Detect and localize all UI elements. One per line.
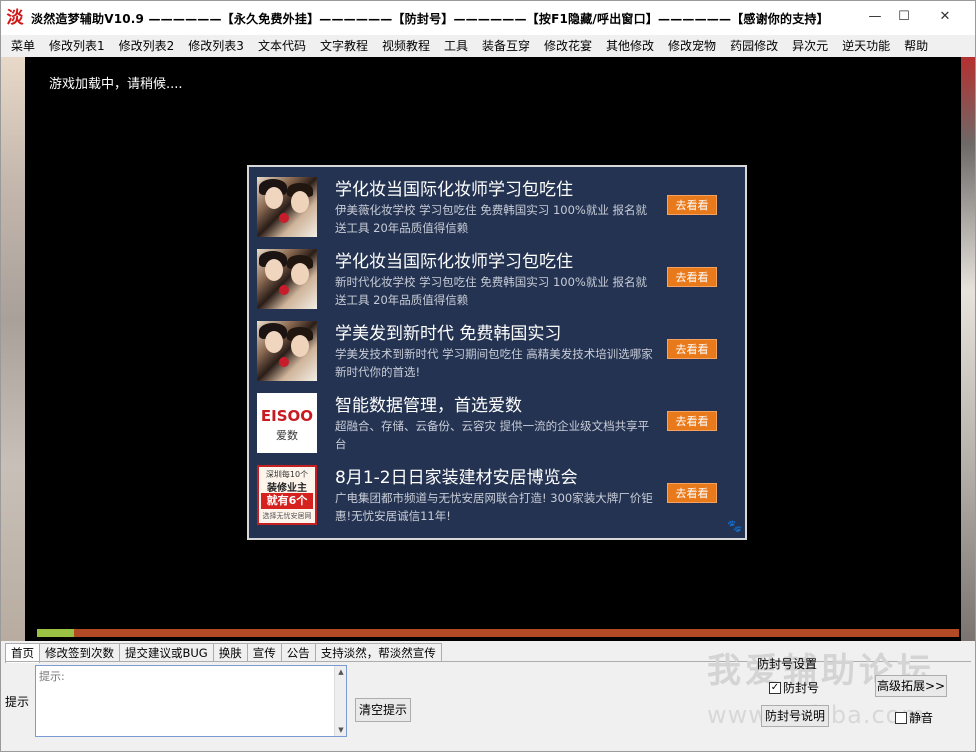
photo-shape [279, 213, 289, 223]
ad-thumbnail[interactable]: EISOO 爱数 [257, 393, 317, 453]
anti-ban-checkbox-label: 防封号 [783, 681, 820, 695]
tab-2[interactable]: 提交建议或BUG [119, 643, 214, 662]
ad-description: 超融合、存储、云备份、云容灾 提供一流的企业级文档共享平台 [335, 419, 650, 451]
menu-item[interactable]: 修改列表2 [112, 35, 182, 57]
control-panel: 首页 修改签到次数 提交建议或BUG 换肤 宣传 公告 支持淡然，帮淡然宣传 提示 提示: … [1, 641, 975, 751]
checkbox-box[interactable] [895, 711, 907, 724]
photo-shape [291, 263, 309, 285]
ad-view-button[interactable]: 去看看 [667, 339, 717, 359]
anti-ban-group-label: 防封号设置 [757, 657, 818, 671]
hint-scrollbar[interactable]: ▲ ▼ [334, 666, 346, 736]
photo-shape [291, 335, 309, 357]
menu-item[interactable]: 修改列表1 [42, 35, 112, 57]
menu-item[interactable]: 逆天功能 [835, 35, 897, 57]
advanced-expand-button[interactable]: 高级拓展>> [875, 675, 947, 697]
scroll-up-icon[interactable]: ▲ [335, 666, 347, 678]
menu-item[interactable]: 帮助 [897, 35, 935, 57]
ad-logo-text: EISOO [260, 407, 314, 425]
loading-text: 游戏加载中，请稍候.... [49, 77, 183, 92]
app-window: 淡 淡然造梦辅助V10.9 ——————【永久免费外挂】——————【防封号】—… [0, 0, 976, 752]
menu-item[interactable]: 异次元 [785, 35, 835, 57]
photo-shape [279, 285, 289, 295]
ad-logo-subtext: 爱数 [276, 429, 298, 442]
ad-title[interactable]: 学美发到新时代 免费韩国实习 [335, 319, 561, 344]
tab-0[interactable]: 首页 [5, 643, 40, 663]
scroll-down-icon[interactable]: ▼ [335, 724, 347, 736]
menu-item[interactable]: 工具 [437, 35, 475, 57]
clear-hint-button[interactable]: 清空提示 [355, 698, 411, 722]
ad-thumbnail[interactable]: 深圳每10个 装修业主 就有6个 选择无忧安居网 [257, 465, 317, 525]
photo-shape [265, 331, 283, 353]
ad-poster-text: 选择无忧安居网 [262, 512, 312, 520]
ad-description: 广电集团都市频道与无忧安居网联合打造! 300家装大牌厂价钜惠!无忧安居诚信11… [335, 491, 653, 523]
loading-progress-bar [37, 629, 959, 637]
app-logo-icon: 淡 [6, 8, 24, 28]
window-title: 淡然造梦辅助V10.9 ——————【永久免费外挂】——————【防封号】———… [31, 11, 829, 26]
ad-description: 新时代化妆学校 学习包吃住 免费韩国实习 100%就业 报名就送工具 20年品质… [335, 275, 647, 307]
background-image-left [1, 57, 25, 641]
ad-poster-text: 就有6个 [261, 493, 313, 509]
photo-shape [291, 191, 309, 213]
ad-title[interactable]: 学化妆当国际化妆师学习包吃住 [335, 175, 573, 200]
tab-6[interactable]: 支持淡然，帮淡然宣传 [314, 643, 442, 662]
menu-item[interactable]: 其他修改 [599, 35, 661, 57]
ad-thumbnail[interactable] [257, 177, 317, 237]
ad-thumbnail[interactable] [257, 321, 317, 381]
anti-ban-help-button[interactable]: 防封号说明 [761, 705, 829, 727]
tab-bar: 首页 修改签到次数 提交建议或BUG 换肤 宣传 公告 支持淡然，帮淡然宣传 [5, 643, 442, 663]
menu-bar: 菜单 修改列表1 修改列表2 修改列表3 文本代码 文字教程 视频教程 工具 装备互穿 修改花宴其… [1, 35, 975, 57]
menu-item[interactable]: 修改宠物 [661, 35, 723, 57]
tab-5[interactable]: 公告 [280, 643, 316, 662]
ad-title[interactable]: 学化妆当国际化妆师学习包吃住 [335, 247, 573, 272]
ad-title[interactable]: 8月1-2日日家装建材安居博览会 [335, 463, 578, 488]
close-button[interactable]: ✕ [920, 1, 970, 31]
photo-shape [265, 187, 283, 209]
ad-view-button[interactable]: 去看看 [667, 195, 717, 215]
loading-progress-fill [37, 629, 74, 637]
menu-item[interactable]: 文本代码 [251, 35, 313, 57]
checkbox-box[interactable]: ✓ [769, 681, 781, 694]
ad-item[interactable]: 学化妆当国际化妆师学习包吃住伊美薇化妆学校 学习包吃住 免费韩国实习 100%就… [257, 175, 737, 237]
ad-view-button[interactable]: 去看看 [667, 411, 717, 431]
background-image-right [961, 57, 975, 641]
menu-item[interactable]: 药园修改 [723, 35, 785, 57]
ad-panel: 🐾 学化妆当国际化妆师学习包吃住 伊美薇化妆学校 学习包吃住 免费韩国实习 100… [247, 165, 747, 540]
anti-ban-checkbox[interactable]: ✓ 防封号 [769, 679, 819, 696]
hint-textarea[interactable]: 提示: ▲ ▼ [35, 665, 347, 737]
mute-checkbox[interactable]: 静音 [895, 709, 933, 726]
menu-item[interactable]: 文字教程 [313, 35, 375, 57]
ad-title[interactable]: 智能数据管理，首选爱数 [335, 391, 522, 416]
ad-item[interactable]: EISOO 爱数 智能数据管理，首选爱数超融合、存储、云备份、云容灾 提供一流的企业… [257, 391, 737, 453]
ad-description: 伊美薇化妆学校 学习包吃住 免费韩国实习 100%就业 报名就送工具 20年品质… [335, 203, 647, 235]
ad-poster-text: 装修业主 [267, 483, 307, 494]
ad-item[interactable]: 学美发到新时代 免费韩国实习学美发技术到新时代 学习期间包吃住 高精美发技术培训… [257, 319, 737, 381]
ad-item[interactable]: 深圳每10个 装修业主 就有6个 选择无忧安居网 8月1-2日日家装建材安居博览会 广电集… [257, 463, 737, 525]
menu-item[interactable]: 修改列表3 [181, 35, 251, 57]
photo-shape [279, 357, 289, 367]
ad-thumbnail[interactable] [257, 249, 317, 309]
tab-4[interactable]: 宣传 [246, 643, 282, 662]
game-viewport[interactable]: 游戏加载中，请稍候.... 🐾 学化妆当国际化妆师学习包吃住 伊美薇化妆学校 学习… [25, 57, 961, 641]
menu-item[interactable]: 装备互穿 [475, 35, 537, 57]
hint-placeholder: 提示: [39, 670, 65, 683]
ad-view-button[interactable]: 去看看 [667, 483, 717, 503]
ad-description: 学美发技术到新时代 学习期间包吃住 高精美发技术培训选哪家 新时代你的首选! [335, 347, 653, 379]
photo-shape [265, 259, 283, 281]
menu-item[interactable]: 菜单 [4, 35, 42, 57]
menu-item[interactable]: 视频教程 [375, 35, 437, 57]
ad-item[interactable]: 学化妆当国际化妆师学习包吃住新时代化妆学校 学习包吃住 免费韩国实习 100%就… [257, 247, 737, 309]
mute-checkbox-label: 静音 [909, 711, 934, 725]
title-bar: 淡 淡然造梦辅助V10.9 ——————【永久免费外挂】——————【防封号】—… [1, 1, 975, 35]
ad-view-button[interactable]: 去看看 [667, 267, 717, 287]
menu-item[interactable]: 修改花宴 [537, 35, 599, 57]
maximize-button[interactable]: ☐ [887, 1, 921, 31]
tab-3[interactable]: 换肤 [212, 643, 248, 662]
hint-label: 提示 [5, 695, 30, 709]
tab-1[interactable]: 修改签到次数 [39, 643, 120, 662]
